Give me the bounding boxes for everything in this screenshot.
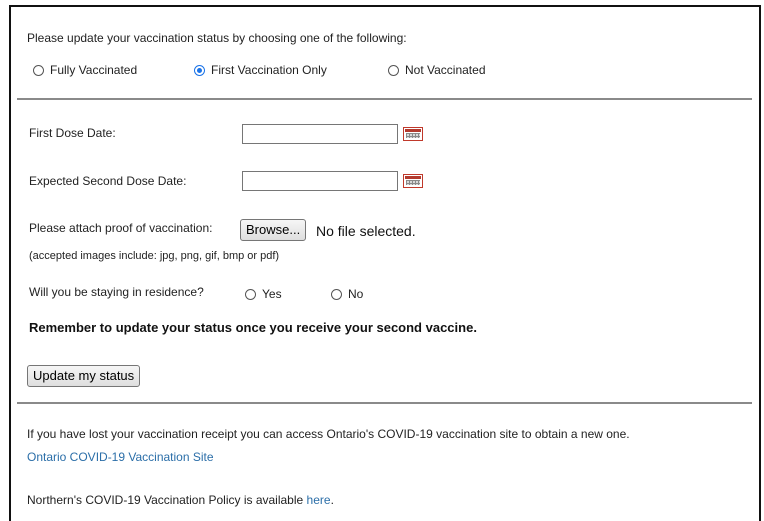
- policy-text: Northern's COVID-19 Vaccination Policy i…: [27, 493, 304, 507]
- divider-bottom: [17, 402, 752, 404]
- update-status-button[interactable]: Update my status: [27, 365, 141, 387]
- radio-residence-yes[interactable]: [245, 288, 256, 300]
- radio-not-vaccinated[interactable]: [388, 64, 399, 76]
- divider-top: [17, 98, 752, 100]
- policy-here-link[interactable]: here: [307, 493, 331, 507]
- residence-question: Will you be staying in residence?: [29, 285, 204, 299]
- radio-first-vaccination-label: First Vaccination Only: [211, 63, 327, 77]
- policy-period: .: [330, 493, 334, 507]
- residence-yes-option[interactable]: Yes: [245, 287, 282, 301]
- vaccination-prompt: Please update your vaccination status by…: [27, 31, 407, 45]
- first-dose-calendar-icon[interactable]: [403, 127, 423, 141]
- radio-first-vaccination-option[interactable]: First Vaccination Only: [194, 63, 327, 77]
- radio-not-vaccinated-label: Not Vaccinated: [405, 63, 486, 77]
- radio-not-vaccinated-option[interactable]: Not Vaccinated: [388, 63, 486, 77]
- radio-first-vaccination[interactable]: [194, 64, 205, 76]
- radio-fully-vaccinated-label: Fully Vaccinated: [50, 63, 138, 77]
- second-dose-label: Expected Second Dose Date:: [29, 174, 187, 188]
- first-dose-label: First Dose Date:: [29, 126, 116, 140]
- second-dose-calendar-icon[interactable]: [403, 174, 423, 188]
- residence-no-option[interactable]: No: [331, 287, 363, 301]
- policy-line: Northern's COVID-19 Vaccination Policy i…: [27, 493, 334, 507]
- browse-button[interactable]: Browse...: [240, 219, 307, 241]
- radio-residence-no[interactable]: [331, 288, 342, 300]
- proof-label: Please attach proof of vaccination:: [29, 221, 213, 235]
- form-frame: [9, 5, 761, 521]
- ontario-vaccination-site-link[interactable]: Ontario COVID-19 Vaccination Site: [27, 450, 214, 464]
- radio-fully-vaccinated-option[interactable]: Fully Vaccinated: [33, 63, 137, 77]
- reminder-text: Remember to update your status once you …: [29, 320, 477, 335]
- second-dose-input[interactable]: [242, 171, 398, 191]
- residence-no-label: No: [348, 287, 364, 301]
- residence-yes-label: Yes: [262, 287, 282, 301]
- file-status: No file selected.: [316, 223, 416, 239]
- radio-fully-vaccinated[interactable]: [33, 64, 44, 76]
- accepted-formats-note: (accepted images include: jpg, png, gif,…: [29, 250, 280, 262]
- first-dose-input[interactable]: [242, 124, 398, 144]
- lost-receipt-text: If you have lost your vaccination receip…: [27, 427, 630, 441]
